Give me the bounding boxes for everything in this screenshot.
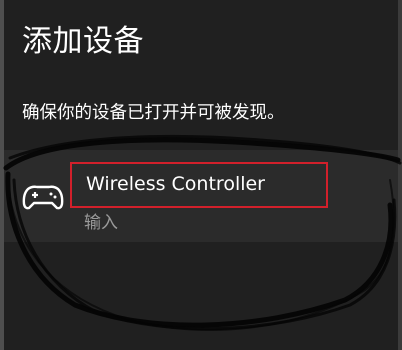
add-device-dialog: 添加设备 确保你的设备已打开并可被发现。 Wireless Controller… xyxy=(0,0,402,350)
annotation-scribble xyxy=(3,134,402,331)
